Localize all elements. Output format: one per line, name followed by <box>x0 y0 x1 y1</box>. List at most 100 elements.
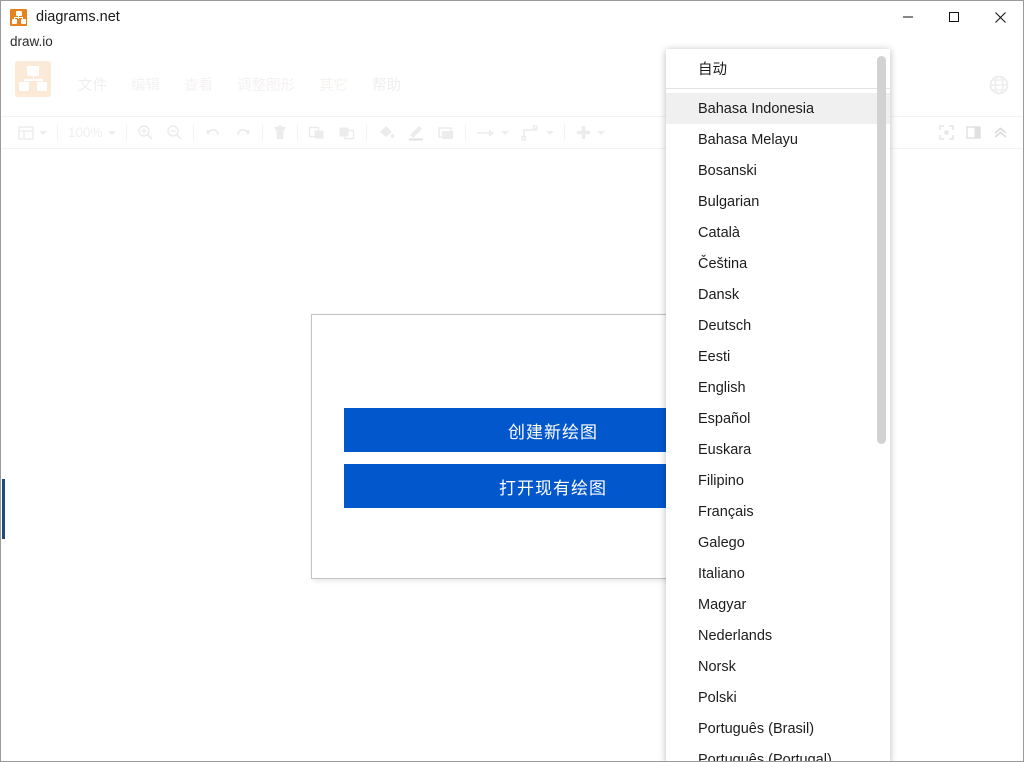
chevron-down-icon <box>545 130 554 135</box>
window-edge-artifact <box>2 479 5 539</box>
dropdown-scrollbar-track[interactable] <box>877 49 886 761</box>
waypoint-icon <box>520 124 538 141</box>
toolbar-separator <box>464 124 466 141</box>
window-title: diagrams.net <box>36 8 120 25</box>
chevron-down-icon <box>500 130 509 135</box>
toolbar-separator <box>296 124 298 141</box>
bring-to-front-icon <box>308 126 324 138</box>
menu-item-help[interactable]: 帮助 <box>364 76 409 97</box>
toolbar-separator <box>261 124 263 141</box>
pen-icon <box>408 126 423 141</box>
undo-icon <box>205 128 219 135</box>
language-list: 自动 Bahasa Indonesia Bahasa Melayu Bosans… <box>666 49 890 762</box>
zoom-in-button[interactable] <box>131 118 160 148</box>
view-layout-button[interactable] <box>12 118 53 148</box>
zoom-level-label: 100% <box>68 124 103 140</box>
line-color-button[interactable] <box>401 118 431 148</box>
maximize-icon <box>949 12 959 22</box>
language-option-galego[interactable]: Galego <box>666 527 890 558</box>
language-option-auto[interactable]: 自动 <box>666 53 890 83</box>
chevron-up-icon <box>994 127 1007 138</box>
chevron-down-icon <box>107 130 116 135</box>
fill-bucket-icon <box>379 126 394 138</box>
send-to-back-icon <box>339 127 354 139</box>
menu-items: 文件 编辑 查看 调整图形 其它 帮助 <box>70 55 417 117</box>
window-controls <box>885 1 1023 33</box>
language-option-italiano[interactable]: Italiano <box>666 558 890 589</box>
undo-button[interactable] <box>198 118 228 148</box>
connection-style-button[interactable] <box>470 118 515 148</box>
menu-item-file[interactable]: 文件 <box>70 76 115 97</box>
language-option-filipino[interactable]: Filipino <box>666 465 890 496</box>
delete-button[interactable] <box>267 118 293 148</box>
zoom-out-icon <box>166 125 182 140</box>
language-option-catala[interactable]: Català <box>666 217 890 248</box>
toolbar-separator <box>365 124 367 141</box>
language-option-norsk[interactable]: Norsk <box>666 651 890 682</box>
zoom-in-icon <box>137 125 153 140</box>
zoom-out-button[interactable] <box>160 118 189 148</box>
minimize-icon <box>903 16 913 18</box>
application-window: diagrams.net draw.io 文件 编辑 查看 调整图形 其它 帮助… <box>0 0 1024 762</box>
language-option-portugues-brasil[interactable]: Português (Brasil) <box>666 713 890 744</box>
language-dropdown-menu[interactable]: 自动 Bahasa Indonesia Bahasa Melayu Bosans… <box>666 49 890 762</box>
window-subtitle: draw.io <box>10 34 53 49</box>
close-button[interactable] <box>977 1 1023 33</box>
menu-item-view[interactable]: 查看 <box>176 76 221 97</box>
language-option-deutsch[interactable]: Deutsch <box>666 310 890 341</box>
dropdown-scrollbar-thumb[interactable] <box>877 56 886 444</box>
fullscreen-icon <box>939 125 954 140</box>
language-option-dansk[interactable]: Dansk <box>666 279 890 310</box>
toolbar-separator <box>563 124 565 141</box>
minimize-button[interactable] <box>885 1 931 33</box>
zoom-level-button[interactable]: 100% <box>62 118 122 148</box>
arrow-connection-icon <box>476 129 494 136</box>
maximize-button[interactable] <box>931 1 977 33</box>
language-option-euskara[interactable]: Euskara <box>666 434 890 465</box>
globe-icon[interactable] <box>988 74 1010 96</box>
toolbar-separator <box>192 124 194 141</box>
language-option-bahasa-indonesia[interactable]: Bahasa Indonesia <box>666 93 890 124</box>
language-option-bahasa-melayu[interactable]: Bahasa Melayu <box>666 124 890 155</box>
toolbar-separator <box>125 124 127 141</box>
format-panel-icon <box>966 126 981 139</box>
shadow-icon <box>437 126 453 139</box>
title-bar: diagrams.net <box>1 1 1023 33</box>
redo-icon <box>236 128 251 135</box>
close-icon <box>994 11 1006 23</box>
chevron-down-icon <box>596 130 605 135</box>
toolbar-separator <box>57 124 58 141</box>
language-option-magyar[interactable]: Magyar <box>666 589 890 620</box>
dropdown-divider <box>666 88 890 89</box>
chevron-down-icon <box>39 130 47 135</box>
diagrams-net-app-icon <box>10 8 27 26</box>
fullscreen-button[interactable] <box>933 118 960 148</box>
redo-button[interactable] <box>228 118 258 148</box>
shadow-button[interactable] <box>431 118 461 148</box>
language-option-bulgarian[interactable]: Bulgarian <box>666 186 890 217</box>
bring-to-front-button[interactable] <box>302 118 332 148</box>
language-option-bosanski[interactable]: Bosanski <box>666 155 890 186</box>
language-option-eesti[interactable]: Eesti <box>666 341 890 372</box>
language-option-english[interactable]: English <box>666 372 890 403</box>
menu-item-arrange[interactable]: 调整图形 <box>229 76 303 97</box>
language-option-espanol[interactable]: Español <box>666 403 890 434</box>
trash-icon <box>274 125 286 139</box>
toolbar-right-group <box>933 118 1022 148</box>
collapse-toolbar-button[interactable] <box>987 118 1014 148</box>
drawio-logo-tile <box>15 61 51 97</box>
send-to-back-button[interactable] <box>332 118 362 148</box>
language-option-cestina[interactable]: Čeština <box>666 248 890 279</box>
menu-item-extras[interactable]: 其它 <box>311 76 356 97</box>
fill-color-button[interactable] <box>371 118 401 148</box>
insert-button[interactable] <box>569 118 611 148</box>
format-panel-button[interactable] <box>960 118 987 148</box>
menu-item-edit[interactable]: 编辑 <box>123 76 168 97</box>
plus-insert-icon <box>576 126 590 139</box>
waypoints-button[interactable] <box>515 118 560 148</box>
language-option-polski[interactable]: Polski <box>666 682 890 713</box>
language-option-portugues-portugal[interactable]: Português (Portugal) <box>666 744 890 762</box>
language-option-nederlands[interactable]: Nederlands <box>666 620 890 651</box>
language-option-francais[interactable]: Français <box>666 496 890 527</box>
layout-panes-icon <box>18 125 34 140</box>
